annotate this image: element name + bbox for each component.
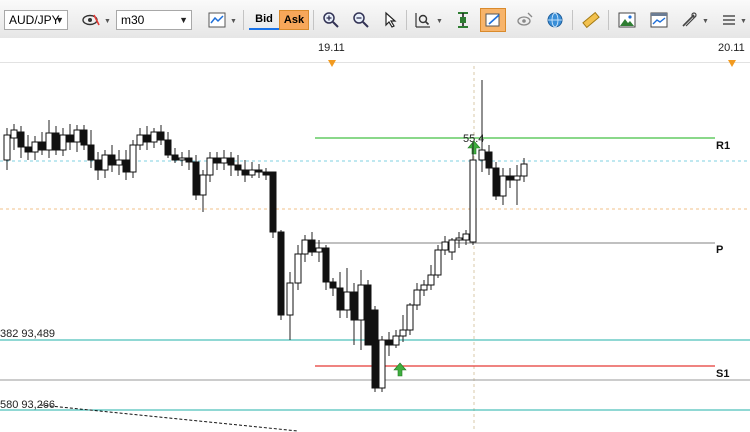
candle-body bbox=[308, 239, 316, 253]
candle-body bbox=[80, 129, 88, 146]
date-marker-icon[interactable] bbox=[328, 60, 336, 67]
fib-382-label: 382 93,489 bbox=[0, 328, 55, 340]
candle-body bbox=[17, 131, 25, 148]
candle-body bbox=[52, 132, 60, 151]
candle-body bbox=[143, 134, 151, 143]
candle-body bbox=[241, 169, 249, 176]
s1-label: S1 bbox=[716, 368, 729, 380]
candle-body bbox=[499, 175, 507, 197]
candle-body bbox=[10, 129, 18, 139]
candle-body bbox=[350, 291, 358, 321]
candle-body bbox=[343, 291, 351, 311]
candle-body bbox=[185, 157, 193, 163]
fib-580-label: 580 93,266 bbox=[0, 399, 55, 411]
candle-body bbox=[73, 129, 81, 143]
candle-body bbox=[157, 131, 165, 141]
candle-body bbox=[413, 289, 421, 306]
candle-body bbox=[213, 157, 221, 164]
candle-body bbox=[150, 131, 158, 143]
candle-body bbox=[122, 159, 130, 173]
candle-body bbox=[506, 175, 514, 181]
candle-body bbox=[192, 161, 200, 196]
date-marker-icon[interactable] bbox=[728, 60, 736, 67]
candle-body bbox=[178, 157, 186, 161]
candle-body bbox=[378, 339, 386, 389]
candle-body bbox=[420, 284, 428, 291]
candle-body bbox=[406, 304, 414, 331]
candle-body bbox=[478, 149, 486, 161]
candle-body bbox=[322, 247, 330, 283]
candle-body bbox=[301, 239, 309, 255]
candle-body bbox=[262, 171, 270, 176]
candle-body bbox=[399, 329, 407, 337]
candle-body bbox=[66, 134, 74, 143]
r1-label: R1 bbox=[716, 140, 730, 152]
candle-body bbox=[469, 159, 477, 243]
candle-body bbox=[315, 247, 323, 253]
candle-body bbox=[520, 163, 528, 177]
candle-body bbox=[427, 274, 435, 286]
candle-body bbox=[31, 141, 39, 153]
candle-body bbox=[38, 141, 46, 151]
candle-body bbox=[206, 157, 214, 176]
candle-body bbox=[269, 171, 277, 233]
candle-body bbox=[329, 281, 337, 289]
candle-body bbox=[336, 287, 344, 311]
candle-body bbox=[199, 174, 207, 196]
candle-body bbox=[227, 157, 235, 166]
candle-body bbox=[94, 159, 102, 171]
pivot-label: P bbox=[716, 244, 723, 256]
candle-body bbox=[101, 154, 109, 171]
candle-body bbox=[277, 231, 285, 316]
candle-body bbox=[129, 144, 137, 173]
candle-body bbox=[171, 154, 179, 161]
candle-body bbox=[448, 239, 456, 253]
candle-body bbox=[286, 282, 294, 316]
candle-body bbox=[513, 175, 521, 181]
candle-body bbox=[24, 146, 32, 153]
candle-body bbox=[59, 134, 67, 151]
candle-body bbox=[441, 241, 449, 251]
candle-body bbox=[294, 253, 302, 284]
candle-body bbox=[434, 249, 442, 276]
candle-body bbox=[87, 144, 95, 161]
candle-body bbox=[220, 157, 228, 164]
trend-line[interactable] bbox=[39, 404, 299, 432]
candle-body bbox=[164, 139, 172, 156]
price-chart[interactable]: R1 P S1 382 93,489 580 93,266 55.4 bbox=[0, 0, 750, 432]
candle-body bbox=[364, 284, 372, 346]
candle-body bbox=[357, 284, 365, 321]
candle-body bbox=[371, 309, 379, 389]
candle-body bbox=[136, 134, 144, 146]
candle-body bbox=[108, 154, 116, 166]
buy-signal-arrow-icon[interactable] bbox=[393, 362, 407, 377]
candle-body bbox=[462, 233, 470, 241]
candle-body bbox=[45, 132, 53, 151]
candle-body bbox=[392, 335, 400, 346]
candle-body bbox=[385, 339, 393, 346]
candle-body bbox=[485, 151, 493, 169]
candle-body bbox=[455, 237, 463, 241]
candlestick-series[interactable] bbox=[3, 80, 528, 392]
candle-body bbox=[115, 159, 123, 166]
candle-body bbox=[3, 134, 11, 161]
candle-body bbox=[255, 169, 263, 173]
candle-body bbox=[248, 169, 256, 176]
candle-body bbox=[492, 167, 500, 197]
candle-body bbox=[234, 164, 242, 171]
